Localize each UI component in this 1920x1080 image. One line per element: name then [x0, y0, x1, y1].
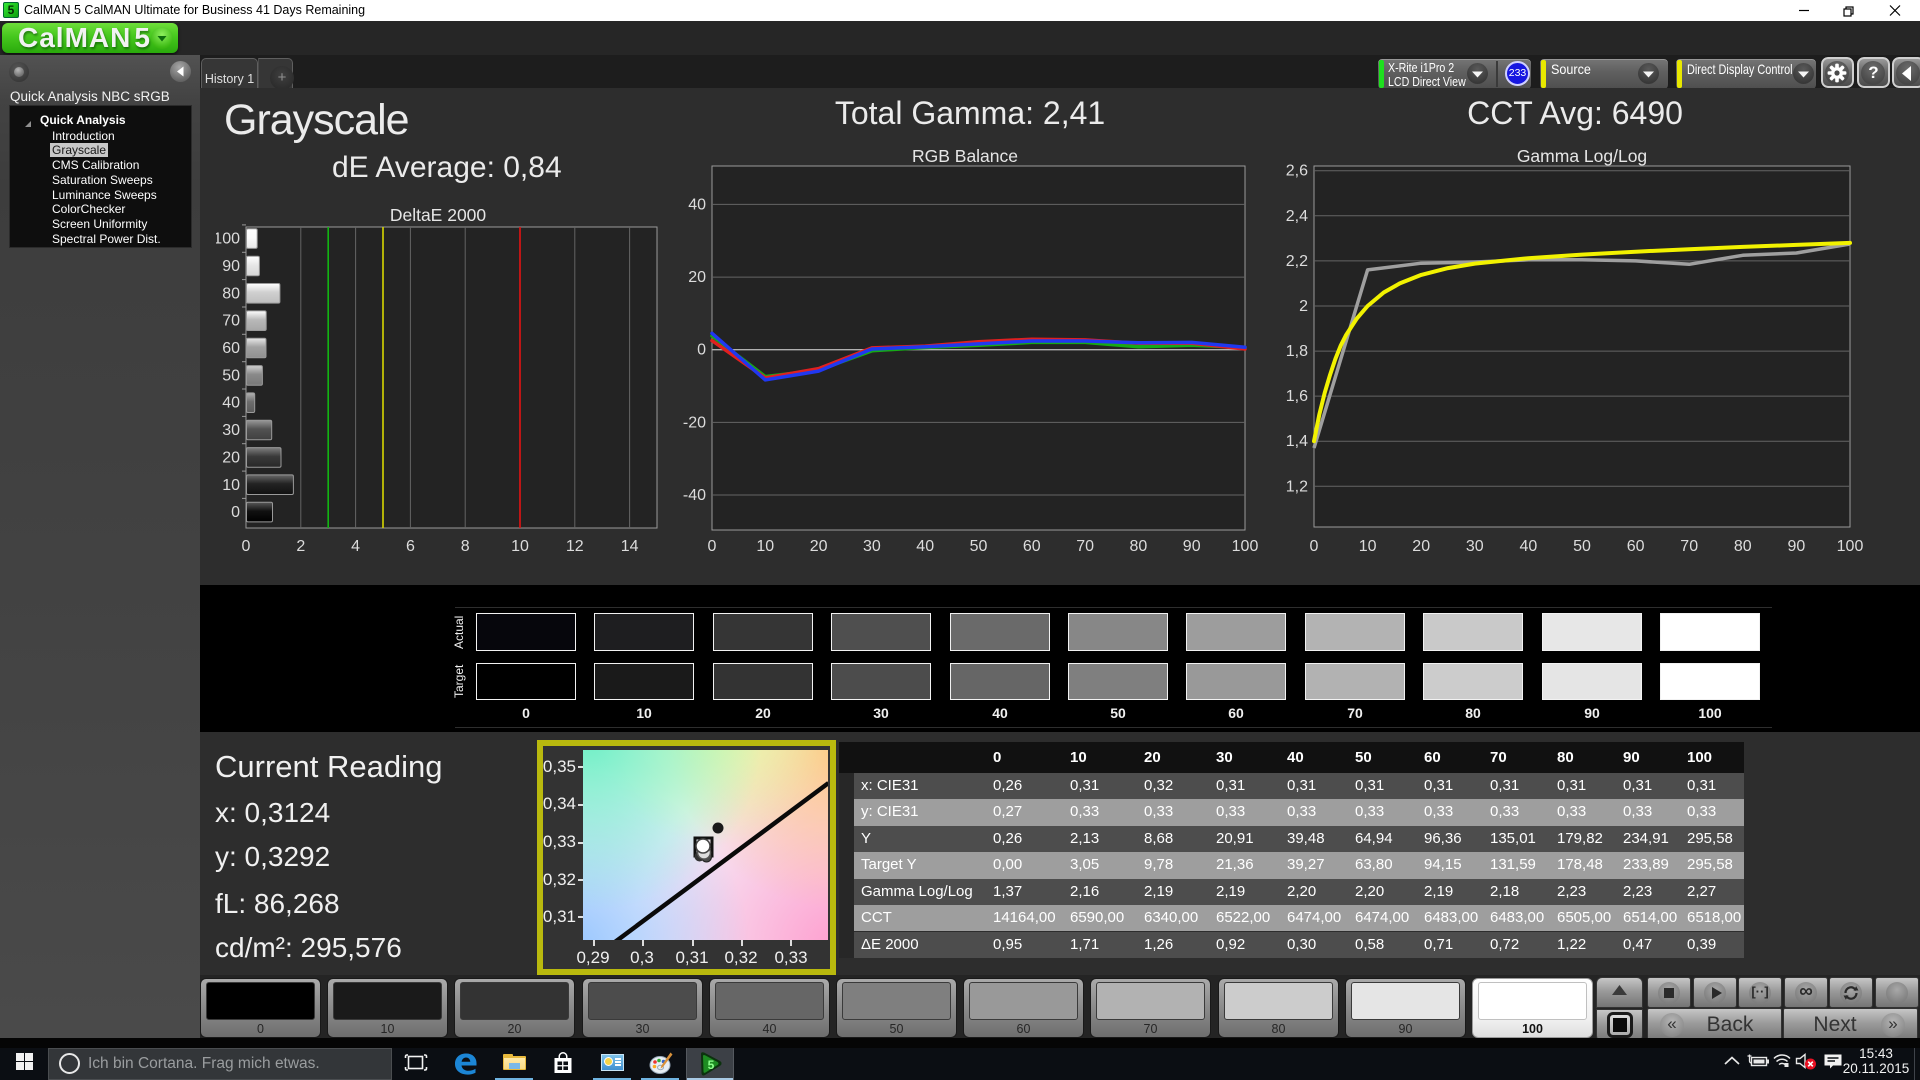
svg-text:20: 20: [810, 538, 828, 555]
svg-text:8: 8: [461, 538, 470, 555]
svg-text:20: 20: [688, 269, 706, 286]
svg-text:4: 4: [351, 538, 360, 555]
svg-text:90: 90: [1788, 538, 1806, 555]
svg-text:40: 40: [1520, 538, 1538, 555]
svg-text:Gamma Log/Log: Gamma Log/Log: [1517, 146, 1647, 166]
svg-text:10: 10: [756, 538, 774, 555]
svg-text:70: 70: [222, 313, 240, 330]
svg-text:1,8: 1,8: [1286, 343, 1308, 360]
svg-text:40: 40: [916, 538, 934, 555]
svg-text:1,4: 1,4: [1286, 433, 1308, 450]
svg-text:50: 50: [222, 367, 240, 384]
svg-text:90: 90: [1183, 538, 1201, 555]
svg-text:-40: -40: [683, 487, 706, 504]
svg-text:40: 40: [222, 395, 240, 412]
svg-text:100: 100: [216, 231, 240, 248]
svg-text:0: 0: [242, 538, 251, 555]
svg-text:30: 30: [863, 538, 881, 555]
svg-text:20: 20: [1412, 538, 1430, 555]
svg-text:100: 100: [1837, 538, 1864, 555]
svg-text:30: 30: [222, 422, 240, 439]
svg-text:70: 70: [1076, 538, 1094, 555]
svg-text:2: 2: [1299, 298, 1308, 315]
svg-text:10: 10: [222, 477, 240, 494]
svg-text:0: 0: [708, 538, 717, 555]
svg-text:5: 5: [708, 1058, 715, 1072]
svg-text:-20: -20: [683, 414, 706, 431]
svg-text:2,6: 2,6: [1286, 163, 1308, 180]
svg-text:14: 14: [621, 538, 639, 555]
svg-text:1,2: 1,2: [1286, 478, 1308, 495]
svg-text:10: 10: [511, 538, 529, 555]
svg-text:30: 30: [1466, 538, 1484, 555]
svg-text:100: 100: [1232, 538, 1259, 555]
svg-text:50: 50: [1573, 538, 1591, 555]
svg-text:70: 70: [1680, 538, 1698, 555]
svg-text:60: 60: [1023, 538, 1041, 555]
svg-text:2: 2: [296, 538, 305, 555]
svg-text:80: 80: [1130, 538, 1148, 555]
svg-text:20: 20: [222, 449, 240, 466]
svg-text:10: 10: [1359, 538, 1377, 555]
svg-text:6: 6: [406, 538, 415, 555]
svg-text:2,4: 2,4: [1286, 208, 1308, 225]
svg-text:90: 90: [222, 258, 240, 275]
svg-text:2,2: 2,2: [1286, 253, 1308, 270]
svg-text:80: 80: [1734, 538, 1752, 555]
svg-text:DeltaE 2000: DeltaE 2000: [390, 205, 487, 225]
svg-text:0: 0: [231, 504, 240, 521]
svg-text:80: 80: [222, 285, 240, 302]
svg-text:RGB Balance: RGB Balance: [912, 146, 1018, 166]
svg-text:1,6: 1,6: [1286, 388, 1308, 405]
svg-text:50: 50: [970, 538, 988, 555]
svg-text:0: 0: [697, 342, 706, 359]
svg-text:60: 60: [222, 340, 240, 357]
svg-text:40: 40: [688, 196, 706, 213]
svg-text:60: 60: [1627, 538, 1645, 555]
svg-text:12: 12: [566, 538, 584, 555]
svg-text:0: 0: [1310, 538, 1319, 555]
